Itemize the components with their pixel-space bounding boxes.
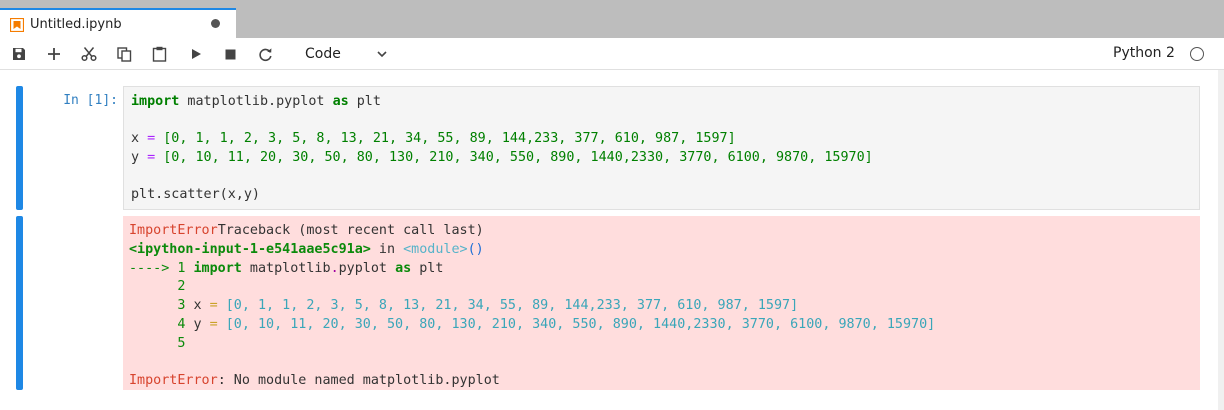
code-editor[interactable]: import matplotlib.pyplot as plt x = [0, … [123, 86, 1200, 210]
error-output: ImportErrorTraceback (most recent call l… [123, 216, 1200, 390]
traceback-line-2: 2 [129, 279, 186, 295]
plus-icon [48, 48, 60, 60]
run-button[interactable] [182, 38, 210, 70]
traceback-location: <ipython-input-1-e541aae5c91a> in <modul… [129, 241, 484, 257]
kernel-name[interactable]: Python 2 [1113, 45, 1175, 61]
cut-button[interactable] [75, 38, 103, 70]
notebook-icon [9, 17, 25, 33]
traceback-line-1: ----> 1 import matplotlib.pyplot as plt [129, 260, 444, 276]
paste-icon [152, 46, 166, 62]
cell-type-value: Code [305, 46, 341, 62]
scrollbar[interactable] [1218, 70, 1224, 410]
notebook-toolbar: Code Python 2 [0, 38, 1224, 70]
chevron-down-icon [377, 51, 387, 58]
paste-button[interactable] [145, 38, 173, 70]
kernel-status-idle-icon [1190, 47, 1204, 61]
code-line-3: x = [0, 1, 1, 2, 3, 5, 8, 13, 21, 34, 55… [131, 131, 736, 147]
restart-button[interactable] [251, 38, 279, 70]
tab-bar: Untitled.ipynb [0, 0, 1224, 38]
save-icon [13, 48, 25, 60]
code-line-1: import matplotlib.pyplot as plt [131, 94, 381, 109]
code-line-6: plt.scatter(x,y) [131, 186, 260, 202]
code-line-4: y = [0, 10, 11, 20, 30, 50, 80, 130, 210… [131, 149, 873, 165]
copy-icon [116, 46, 131, 62]
traceback-line-4: 4 y = [0, 10, 11, 20, 30, 50, 80, 130, 2… [129, 316, 936, 332]
play-icon [192, 49, 201, 59]
error-message: ImportError: No module named matplotlib.… [129, 373, 500, 389]
copy-button[interactable] [110, 38, 138, 70]
notebook-tab[interactable]: Untitled.ipynb [0, 8, 236, 38]
scissors-icon [81, 47, 97, 62]
stop-icon [225, 49, 235, 59]
input-collapser[interactable] [16, 86, 23, 210]
input-prompt: In [1]: [63, 93, 118, 108]
insert-cell-button[interactable] [40, 38, 68, 70]
traceback-header: ImportErrorTraceback (most recent call l… [129, 223, 484, 238]
traceback-line-5: 5 [129, 335, 186, 351]
output-collapser[interactable] [16, 216, 23, 390]
interrupt-button[interactable] [216, 38, 244, 70]
traceback-line-3: 3 x = [0, 1, 1, 2, 3, 5, 8, 13, 21, 34, … [129, 298, 799, 314]
unsaved-changes-dot-icon[interactable] [211, 19, 220, 28]
cell-type-select[interactable]: Code [296, 42, 396, 66]
restart-icon [258, 47, 272, 61]
tab-title: Untitled.ipynb [30, 16, 122, 32]
save-button[interactable] [5, 38, 33, 70]
